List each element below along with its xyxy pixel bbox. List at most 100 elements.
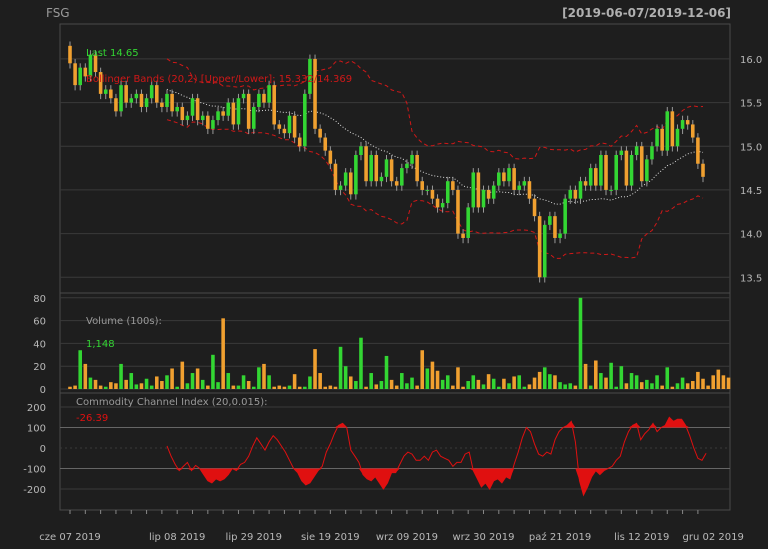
candle-body [114, 98, 118, 112]
candle-body [338, 185, 343, 190]
volume-bar [103, 386, 108, 389]
candle-body [282, 128, 287, 134]
volume-bar [369, 373, 373, 389]
cci-tick-label: -100 [23, 465, 46, 476]
x-tick-label: lip 29 2019 [226, 532, 282, 543]
candle-body [691, 124, 695, 138]
candle-body [231, 102, 236, 125]
volume-bar [272, 386, 276, 389]
cci-overbought-fill [167, 417, 707, 428]
cci-tick-label: 100 [27, 424, 46, 435]
candle-body [425, 189, 430, 191]
volume-bar [389, 379, 394, 389]
volume-bar [604, 377, 608, 389]
volume-bar [221, 318, 225, 389]
candle-body [190, 98, 195, 116]
x-tick-label: lis 12 2019 [614, 532, 669, 543]
volume-bar [313, 349, 317, 389]
candle-body [542, 224, 547, 278]
candle-body [614, 155, 619, 190]
candle-body [609, 189, 613, 191]
candle-body [532, 198, 537, 217]
volume-bar [542, 367, 547, 389]
volume-bar [354, 381, 358, 389]
volume-bar [348, 376, 353, 389]
volume-bar [405, 383, 409, 389]
candle-body [241, 93, 246, 99]
volume-bar [716, 369, 721, 389]
candle-body [604, 155, 608, 190]
candle-body [129, 98, 134, 103]
candle-body [262, 93, 266, 103]
candle-body [639, 146, 644, 182]
candle-body [583, 181, 588, 186]
candle-body [211, 120, 215, 129]
volume-bar [691, 381, 695, 389]
cci-tick-label: -200 [23, 485, 46, 496]
x-tick-label: wrz 30 2019 [452, 532, 514, 543]
volume-bar [415, 385, 419, 389]
candle-body [400, 168, 404, 186]
candle-body [599, 155, 603, 186]
volume-bar [129, 373, 134, 389]
volume-bar [685, 383, 690, 389]
candle-body [109, 89, 113, 99]
volume-bar [599, 373, 603, 389]
candle-body [553, 216, 557, 238]
cci-panel: 200 100 0 -100 -200 [23, 403, 730, 497]
volume-bar [639, 382, 644, 389]
candle-body [527, 181, 532, 199]
volume-bar [430, 361, 435, 389]
candle-body [481, 189, 486, 208]
volume-bar [588, 385, 593, 389]
volume-bar [200, 379, 205, 389]
volume-bar [481, 384, 486, 389]
candle-body [165, 93, 169, 107]
volume-bar [614, 386, 619, 389]
volume-bar [655, 375, 659, 389]
candle-body [364, 146, 368, 182]
volume-bar [68, 386, 72, 389]
x-tick-label: wrz 09 2019 [376, 532, 438, 543]
cci-title: Commodity Channel Index (20,0.015): [76, 397, 268, 408]
volume-tick-label: 60 [33, 317, 46, 328]
volume-bar [507, 383, 511, 389]
candle-body [257, 93, 261, 107]
volume-bar [629, 373, 634, 389]
volume-bar [241, 375, 246, 389]
candle-body [236, 98, 241, 125]
volume-bar [83, 363, 88, 389]
volume-bar [165, 375, 169, 389]
candle-body [221, 111, 225, 116]
volume-bar [400, 373, 404, 389]
candle-body [103, 89, 108, 94]
candle-body [522, 181, 527, 186]
volume-bar [124, 379, 128, 389]
volume-bar [670, 386, 675, 389]
volume-bar [246, 381, 251, 389]
volume-bar [267, 375, 271, 389]
candle-body [175, 106, 179, 112]
volume-bar [491, 378, 496, 389]
bollinger-annotation: Bollinger Bands (20,2) [Upper/Lower]: 15… [86, 74, 352, 85]
candle-body [594, 168, 598, 186]
volume-bar [170, 368, 174, 389]
candle-body [134, 93, 139, 99]
volume-bar [502, 378, 506, 389]
candle-body [680, 120, 685, 129]
candle-body [144, 98, 149, 107]
volume-bar [394, 385, 399, 389]
cci-frame [59, 392, 731, 511]
candle-body [297, 137, 302, 147]
candle-body [384, 159, 389, 177]
candle-body [216, 111, 220, 121]
volume-bar [149, 385, 154, 389]
candle-body [303, 93, 307, 147]
volume-bar [573, 385, 578, 389]
candle-body [267, 85, 271, 103]
volume-bar [522, 386, 527, 389]
volume-bar [578, 297, 583, 389]
candle-body [502, 172, 506, 182]
candle-body [410, 155, 414, 164]
volume-bar [726, 377, 731, 389]
